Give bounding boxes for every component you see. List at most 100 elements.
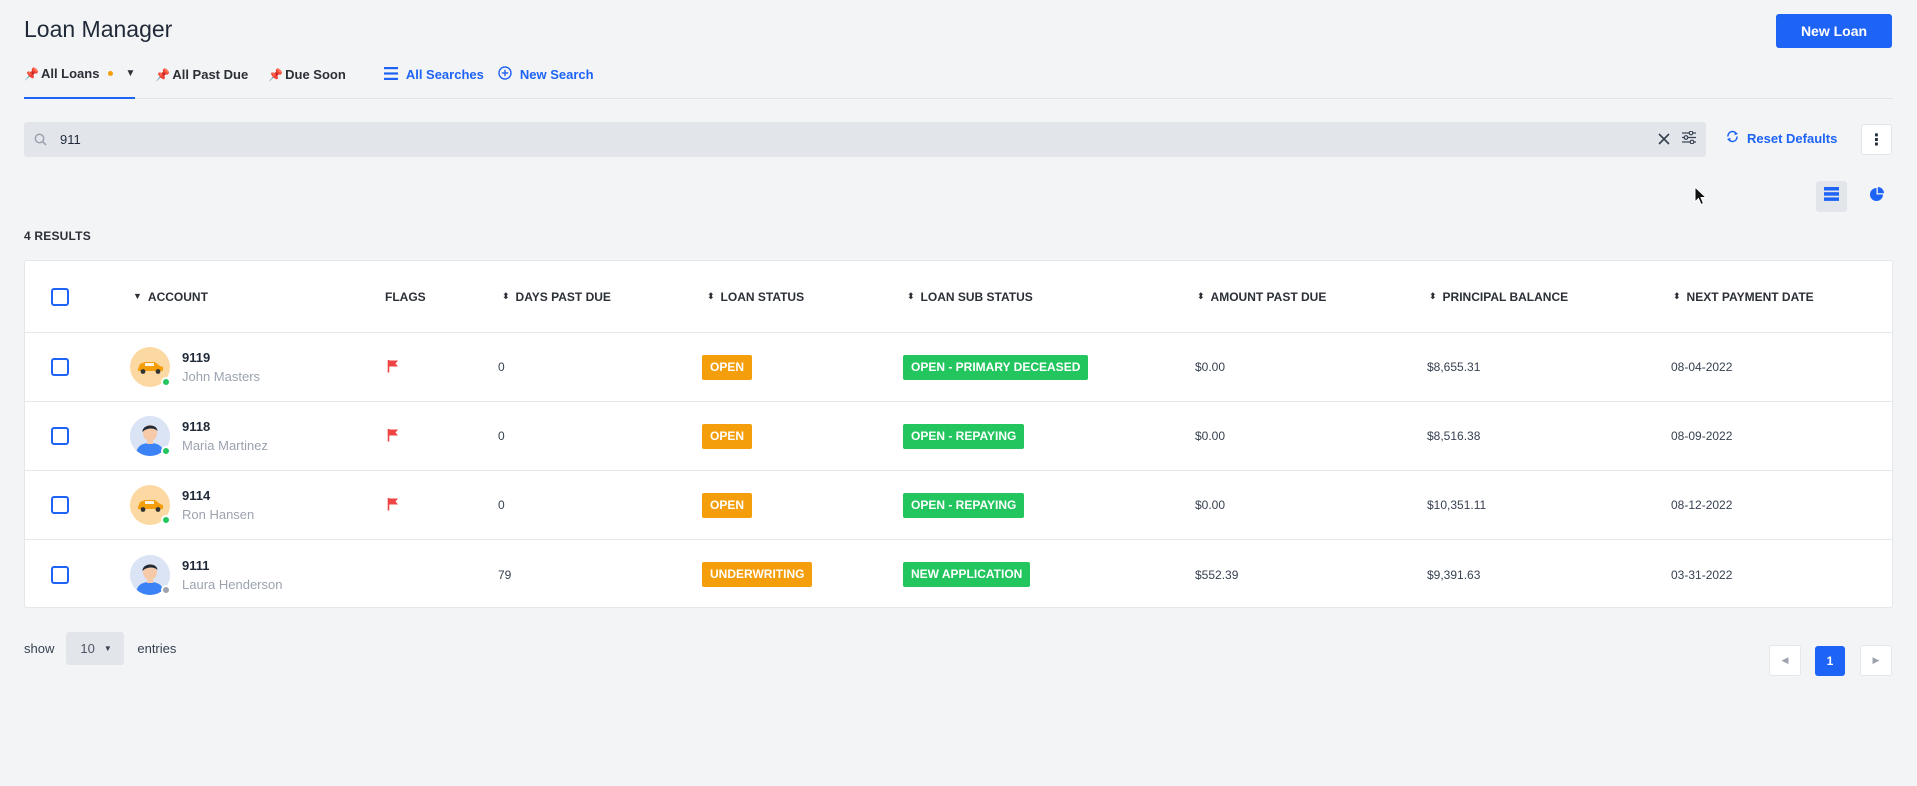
new-search-link[interactable]: New Search	[498, 62, 594, 99]
car-avatar-icon	[130, 485, 171, 525]
next-page-button[interactable]: ▶	[1860, 645, 1892, 676]
tab-all-loans[interactable]: 📌 All Loans ▼	[24, 62, 136, 99]
select-all-checkbox[interactable]	[51, 287, 69, 306]
sort-icon: ⬍	[707, 291, 715, 301]
account-number[interactable]: 9118	[182, 419, 268, 434]
chevron-right-icon: ▶	[1872, 655, 1880, 665]
column-loan-sub-status[interactable]: ⬍ LOAN SUB STATUS	[907, 261, 1033, 332]
column-days-past-due[interactable]: ⬍ DAYS PAST DUE	[502, 261, 611, 332]
tab-label: All Loans	[40, 66, 100, 81]
next-payment-date: 08-04-2022	[1671, 360, 1733, 374]
column-next-payment-date[interactable]: ⬍ NEXT PAYMENT DATE	[1673, 261, 1814, 332]
days-past-due: 0	[498, 360, 505, 374]
loan-sub-status-badge: OPEN - PRIMARY DECEASED	[903, 354, 1089, 380]
search-input[interactable]	[60, 132, 1658, 147]
amount-past-due: $0.00	[1195, 498, 1226, 512]
loan-status-badge: OPEN	[702, 423, 753, 449]
page-title: Loan Manager	[24, 16, 173, 42]
column-amount-past-due[interactable]: ⬍ AMOUNT PAST DUE	[1197, 261, 1326, 332]
column-account[interactable]: ▼ ACCOUNT	[133, 261, 208, 332]
more-options-button[interactable]: ⋮	[1861, 124, 1892, 155]
row-checkbox[interactable]	[51, 427, 69, 445]
search-icon	[34, 133, 48, 147]
entries-label: entries	[137, 641, 177, 656]
loan-sub-status-badge: NEW APPLICATION	[903, 562, 1031, 587]
reset-defaults-label: Reset Defaults	[1747, 130, 1838, 146]
table-row[interactable]: 9111 Laura Henderson 79 UNDERWRITING NEW…	[25, 540, 1892, 609]
pie-chart-icon	[1869, 186, 1884, 207]
flag-icon[interactable]	[387, 497, 399, 514]
amount-past-due: $0.00	[1195, 360, 1226, 374]
next-payment-date: 03-31-2022	[1671, 567, 1733, 582]
page-size-select[interactable]: 10 ▼	[66, 632, 125, 665]
account-number[interactable]: 9111	[182, 558, 282, 573]
row-checkbox[interactable]	[51, 496, 69, 514]
flag-icon[interactable]	[387, 359, 399, 376]
customer-name: Laura Henderson	[182, 576, 283, 592]
principal-balance: $9,391.63	[1427, 567, 1481, 582]
customer-name: Maria Martinez	[182, 438, 268, 453]
chart-view-button[interactable]	[1861, 181, 1892, 212]
amount-past-due: $0.00	[1195, 429, 1226, 443]
account-number[interactable]: 9119	[182, 350, 260, 365]
row-checkbox[interactable]	[51, 565, 69, 584]
loan-sub-status-badge: OPEN - REPAYING	[903, 492, 1025, 518]
all-searches-label: All Searches	[405, 67, 484, 82]
column-loan-status[interactable]: ⬍ LOAN STATUS	[707, 261, 804, 332]
refresh-icon	[1726, 130, 1739, 146]
status-dot	[161, 515, 171, 525]
results-count: 4 RESULTS	[24, 229, 91, 243]
plus-circle-icon	[498, 66, 512, 83]
close-icon[interactable]	[1658, 128, 1670, 151]
table-rows-icon	[1824, 187, 1839, 206]
tab-due-soon[interactable]: 📌 Due Soon	[268, 62, 346, 99]
days-past-due: 0	[498, 429, 505, 443]
prev-page-button[interactable]: ◀	[1769, 645, 1801, 676]
principal-balance: $10,351.11	[1427, 498, 1487, 512]
chevron-left-icon: ◀	[1781, 655, 1789, 665]
next-payment-date: 08-12-2022	[1671, 498, 1733, 512]
principal-balance: $8,516.38	[1427, 429, 1481, 443]
table-row[interactable]: 9114 Ron Hansen 0 OPEN OPEN - REPAYING $…	[25, 471, 1892, 540]
all-searches-link[interactable]: All Searches	[383, 62, 484, 99]
page-1-button[interactable]: 1	[1815, 646, 1845, 676]
search-tabs: 📌 All Loans ▼ 📌 All Past Due 📌 Due Soon …	[24, 62, 1893, 99]
days-past-due: 79	[498, 567, 512, 582]
customer-name: Ron Hansen	[182, 507, 255, 522]
person-avatar-icon	[130, 416, 171, 456]
loan-status-badge: OPEN	[702, 492, 753, 518]
page-size-control: show 10 ▼ entries	[24, 632, 176, 665]
unsaved-dot	[108, 71, 114, 76]
amount-past-due: $552.39	[1195, 567, 1239, 582]
kebab-icon: ⋮	[1868, 131, 1885, 149]
caret-down-icon[interactable]: ▼	[125, 68, 135, 79]
row-checkbox[interactable]	[51, 358, 69, 376]
tab-label: Due Soon	[285, 67, 346, 82]
table-row[interactable]: 9119 John Masters 0 OPEN OPEN - PRIMARY …	[25, 333, 1892, 402]
person-avatar-icon	[130, 554, 171, 595]
loan-status-badge: UNDERWRITING	[702, 562, 813, 587]
pin-icon: 📌	[268, 67, 284, 82]
list-icon	[383, 66, 398, 83]
flag-icon[interactable]	[387, 428, 399, 445]
table-view-button[interactable]	[1816, 181, 1847, 212]
table-row[interactable]: 9118 Maria Martinez 0 OPEN OPEN - REPAYI…	[25, 402, 1892, 471]
loans-table: ▼ ACCOUNT FLAGS ⬍ DAYS PAST DUE ⬍ LOAN S…	[24, 260, 1893, 608]
mouse-pointer-icon	[1694, 185, 1708, 211]
show-label: show	[24, 641, 55, 656]
status-dot	[161, 446, 171, 456]
new-loan-button[interactable]: New Loan	[1776, 14, 1892, 48]
loan-sub-status-badge: OPEN - REPAYING	[903, 423, 1025, 449]
days-past-due: 0	[498, 498, 505, 512]
pin-icon: 📌	[155, 67, 171, 82]
tab-all-past-due[interactable]: 📌 All Past Due	[155, 62, 248, 99]
column-principal-balance[interactable]: ⬍ PRINCIPAL BALANCE	[1429, 261, 1568, 332]
car-avatar-icon	[130, 347, 171, 387]
status-dot	[161, 584, 171, 595]
filter-sliders-icon[interactable]	[1682, 130, 1696, 149]
status-dot	[161, 377, 171, 387]
sort-desc-icon: ▼	[133, 291, 142, 301]
tab-label: All Past Due	[172, 67, 249, 82]
reset-defaults-button[interactable]: Reset Defaults	[1726, 130, 1837, 146]
account-number[interactable]: 9114	[182, 488, 254, 503]
